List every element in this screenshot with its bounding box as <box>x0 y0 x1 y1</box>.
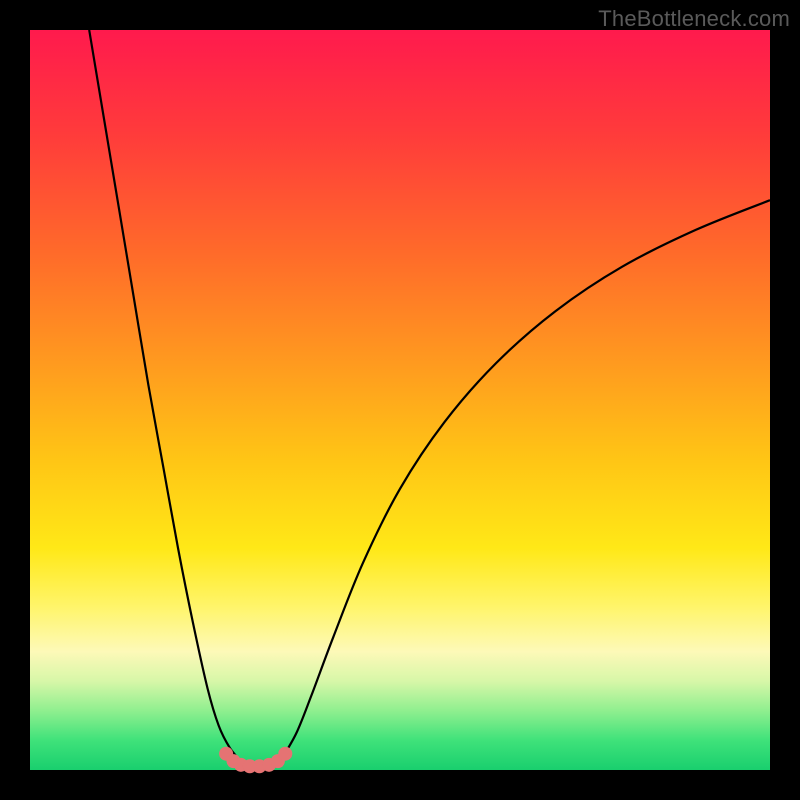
right-branch-curve <box>282 200 770 759</box>
curve-svg <box>30 30 770 770</box>
left-branch-curve <box>89 30 241 761</box>
plot-area <box>30 30 770 770</box>
watermark-text: TheBottleneck.com <box>598 6 790 32</box>
valley-marker-dot <box>278 747 292 761</box>
chart-stage: TheBottleneck.com <box>0 0 800 800</box>
valley-markers-group <box>219 747 292 774</box>
